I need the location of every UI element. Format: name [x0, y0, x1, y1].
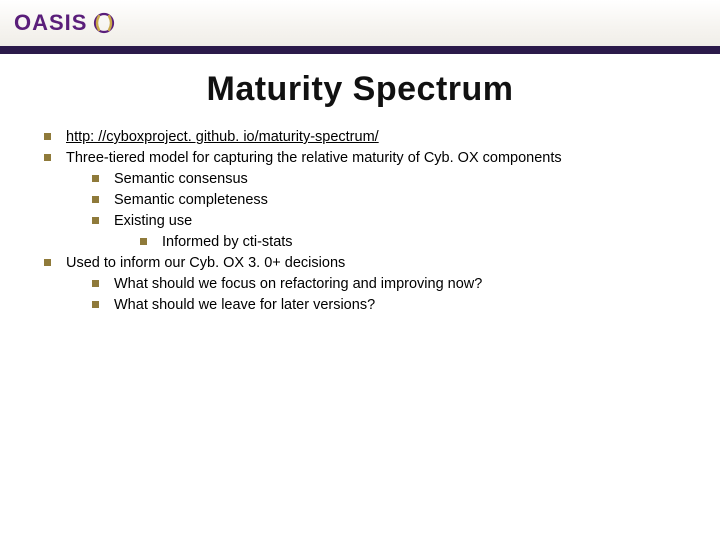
- logo-mark-icon: [93, 12, 115, 34]
- bullet-text: What should we focus on refactoring and …: [114, 276, 482, 292]
- sub-list: Semantic consensus Semantic completeness…: [66, 169, 700, 253]
- bullet-text: Semantic completeness: [114, 192, 268, 208]
- list-item: Three-tiered model for capturing the rel…: [44, 148, 700, 253]
- slide-title: Maturity Spectrum: [0, 70, 720, 109]
- sub-sub-list: Informed by cti-stats: [114, 232, 700, 253]
- header-bar: OASIS: [0, 0, 720, 46]
- bullet-text: Used to inform our Cyb. OX 3. 0+ decisio…: [66, 255, 345, 271]
- accent-bar: [0, 46, 720, 54]
- bullet-text: Informed by cti-stats: [162, 234, 293, 250]
- list-item: Existing use Informed by cti-stats: [92, 211, 700, 253]
- list-item: http: //cyboxproject. github. io/maturit…: [44, 127, 700, 148]
- logo-text: OASIS: [14, 10, 87, 36]
- oasis-logo: OASIS: [14, 10, 115, 36]
- url-link[interactable]: http: //cyboxproject. github. io/maturit…: [66, 129, 379, 145]
- list-item: Semantic completeness: [92, 190, 700, 211]
- list-item: What should we leave for later versions?: [92, 295, 700, 316]
- bullet-text: What should we leave for later versions?: [114, 297, 375, 313]
- bullet-list: http: //cyboxproject. github. io/maturit…: [44, 127, 700, 316]
- slide-content: http: //cyboxproject. github. io/maturit…: [0, 127, 720, 316]
- list-item: What should we focus on refactoring and …: [92, 274, 700, 295]
- list-item: Informed by cti-stats: [140, 232, 700, 253]
- list-item: Used to inform our Cyb. OX 3. 0+ decisio…: [44, 253, 700, 316]
- bullet-text: Semantic consensus: [114, 171, 248, 187]
- list-item: Semantic consensus: [92, 169, 700, 190]
- sub-list: What should we focus on refactoring and …: [66, 274, 700, 316]
- bullet-text: Three-tiered model for capturing the rel…: [66, 150, 562, 166]
- bullet-text: Existing use: [114, 213, 192, 229]
